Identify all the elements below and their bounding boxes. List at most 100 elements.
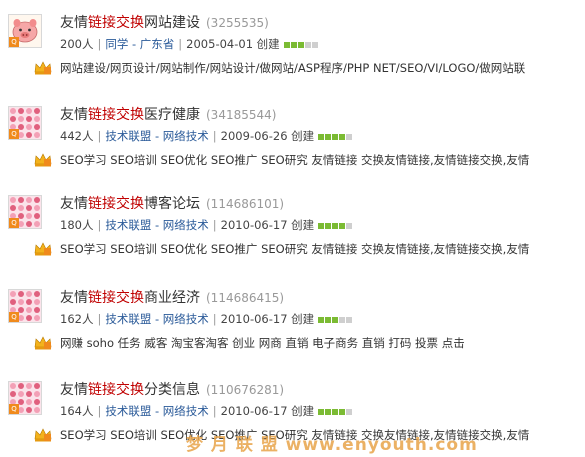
member-count: 200人 <box>60 37 94 51</box>
title-suffix: 博客论坛 <box>144 196 200 212</box>
group-item: Q 友情链接交换医疗健康 (34185544) 442人 | 技术联盟 - 网络技术 | 20… <box>0 104 585 182</box>
separator: | <box>212 218 217 232</box>
activity-dot <box>346 317 353 323</box>
activity-dot <box>339 134 346 140</box>
activity-dot <box>297 42 304 48</box>
level-badge: Q <box>9 312 19 322</box>
group-meta: 162人 | 技术联盟 - 网络技术 | 2010-06-17 创建 <box>60 311 353 327</box>
separator: | <box>212 404 217 418</box>
title-suffix: 分类信息 <box>144 382 200 398</box>
member-count: 442人 <box>60 129 94 143</box>
created-date: 2009-06-26 创建 <box>220 129 315 143</box>
group-tags: SEO学习 SEO培训 SEO优化 SEO推广 SEO研究 友情链接 交换友情链… <box>60 153 530 167</box>
group-tags: 网赚 soho 任务 威客 淘宝客淘客 创业 网商 直销 电子商务 直销 打码 … <box>60 336 465 350</box>
title-suffix: 商业经济 <box>144 290 200 306</box>
group-avatar-icon[interactable]: Q <box>8 381 42 415</box>
activity-meter <box>318 312 353 328</box>
group-id: (114686415) <box>206 291 285 305</box>
group-title[interactable]: 友情链接交换商业经济 (114686415) <box>60 287 284 309</box>
member-count: 162人 <box>60 312 94 326</box>
title-highlight: 链接交换 <box>88 382 144 398</box>
separator: | <box>212 129 217 143</box>
activity-dot <box>311 42 318 48</box>
group-avatar-icon[interactable]: Q <box>8 289 42 323</box>
group-avatar-icon[interactable]: Q <box>8 106 42 140</box>
member-count: 180人 <box>60 218 94 232</box>
separator: | <box>212 312 217 326</box>
activity-dot <box>339 317 346 323</box>
activity-dot <box>318 134 325 140</box>
group-title[interactable]: 友情链接交换分类信息 (110676281) <box>60 379 284 401</box>
created-date: 2010-06-17 创建 <box>220 312 315 326</box>
activity-dot <box>318 317 325 323</box>
created-date: 2010-06-17 创建 <box>220 218 315 232</box>
created-date: 2005-04-01 创建 <box>186 37 280 51</box>
level-badge: Q <box>9 218 19 228</box>
activity-meter <box>318 129 353 145</box>
group-item: Q 友情链接交换商业经济 (114686415) 162人 | 技术联盟 - 网络技术 | 2… <box>0 287 585 365</box>
activity-dot <box>318 409 325 415</box>
activity-dot <box>346 223 353 229</box>
activity-dot <box>332 223 339 229</box>
activity-meter <box>318 404 353 420</box>
crown-tag-icon <box>34 241 52 256</box>
group-title[interactable]: 友情链接交换网站建设 (3255535) <box>60 12 269 34</box>
level-badge: Q <box>9 129 19 139</box>
group-avatar-icon[interactable]: Q <box>8 195 42 229</box>
separator: | <box>97 129 102 143</box>
crown-tag-icon <box>34 152 52 167</box>
category-link[interactable]: 同学 - 广东省 <box>105 37 174 51</box>
activity-dot <box>332 317 339 323</box>
group-item: Q 友情链接交换网站建设 (3255535) 200人 | 同学 - 广东省 | 2005-0… <box>0 12 585 90</box>
category-link[interactable]: 技术联盟 - 网络技术 <box>105 218 208 232</box>
category-link[interactable]: 技术联盟 - 网络技术 <box>105 404 208 418</box>
activity-dot <box>332 134 339 140</box>
level-badge: Q <box>9 404 19 414</box>
member-count: 164人 <box>60 404 94 418</box>
crown-tag-icon <box>34 427 52 442</box>
title-suffix: 医疗健康 <box>144 107 200 123</box>
activity-dot <box>325 134 332 140</box>
group-meta: 200人 | 同学 - 广东省 | 2005-04-01 创建 <box>60 36 319 52</box>
activity-dot <box>332 409 339 415</box>
group-meta: 164人 | 技术联盟 - 网络技术 | 2010-06-17 创建 <box>60 403 353 419</box>
activity-meter <box>318 218 353 234</box>
group-avatar-icon[interactable]: Q <box>8 14 42 48</box>
level-badge: Q <box>9 37 19 47</box>
activity-dot <box>325 409 332 415</box>
title-prefix: 友情 <box>60 196 88 212</box>
separator: | <box>97 404 102 418</box>
activity-dot <box>283 42 290 48</box>
activity-dot <box>325 317 332 323</box>
group-title[interactable]: 友情链接交换博客论坛 (114686101) <box>60 193 284 215</box>
activity-dot <box>325 223 332 229</box>
activity-dot <box>339 409 346 415</box>
title-prefix: 友情 <box>60 15 88 31</box>
category-link[interactable]: 技术联盟 - 网络技术 <box>105 312 208 326</box>
separator: | <box>178 37 183 51</box>
activity-dot <box>304 42 311 48</box>
activity-dot <box>290 42 297 48</box>
group-id: (110676281) <box>206 383 285 397</box>
group-title[interactable]: 友情链接交换医疗健康 (34185544) <box>60 104 276 126</box>
activity-dot <box>339 223 346 229</box>
activity-dot <box>318 223 325 229</box>
group-meta: 442人 | 技术联盟 - 网络技术 | 2009-06-26 创建 <box>60 128 353 144</box>
title-highlight: 链接交换 <box>88 107 144 123</box>
group-meta: 180人 | 技术联盟 - 网络技术 | 2010-06-17 创建 <box>60 217 353 233</box>
category-link[interactable]: 技术联盟 - 网络技术 <box>105 129 208 143</box>
title-highlight: 链接交换 <box>88 15 144 31</box>
title-prefix: 友情 <box>60 382 88 398</box>
separator: | <box>97 312 102 326</box>
crown-tag-icon <box>34 335 52 350</box>
activity-dot <box>346 409 353 415</box>
title-prefix: 友情 <box>60 290 88 306</box>
group-tags: SEO学习 SEO培训 SEO优化 SEO推广 SEO研究 友情链接 交换友情链… <box>60 242 530 256</box>
group-id: (114686101) <box>206 197 285 211</box>
crown-tag-icon <box>34 60 52 75</box>
group-id: (34185544) <box>206 108 277 122</box>
title-highlight: 链接交换 <box>88 290 144 306</box>
title-highlight: 链接交换 <box>88 196 144 212</box>
activity-dot <box>346 134 353 140</box>
separator: | <box>97 218 102 232</box>
